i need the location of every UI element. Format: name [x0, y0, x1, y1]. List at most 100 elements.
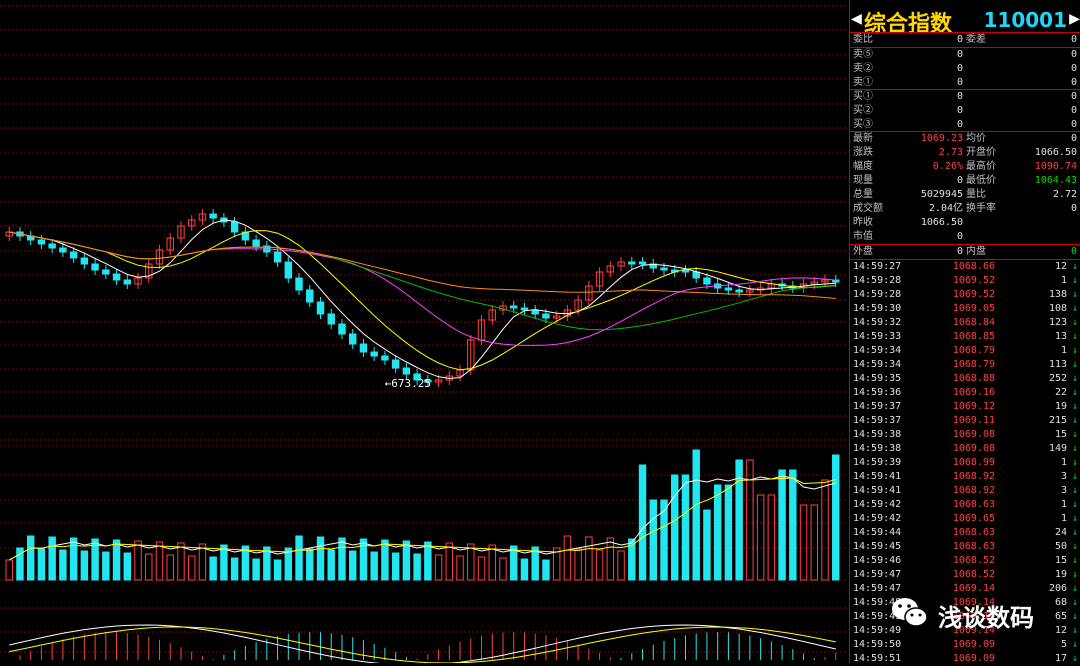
volume-bar: [724, 484, 733, 581]
tick-direction-icon: ↓: [1071, 625, 1078, 636]
volume-bar: [5, 559, 13, 581]
next-arrow-icon[interactable]: ▶: [1069, 8, 1080, 29]
quote-value: 1066.50: [1034, 147, 1077, 158]
tick-direction-icon: ↓: [1071, 261, 1078, 272]
tick-row: 14:59:33 1068.85 13 ↓: [850, 330, 1080, 344]
ma30-line: [9, 231, 836, 331]
quote-value: 2.04亿: [928, 203, 963, 214]
tick-time: 14:59:30: [853, 303, 902, 314]
tick-volume: 65: [1054, 611, 1067, 622]
quote-value: 1069.23: [920, 133, 963, 144]
candle: [69, 251, 78, 259]
tick-row: 14:59:38 1069.08 15 ↓: [850, 428, 1080, 442]
candle: [510, 305, 518, 309]
prev-arrow-icon[interactable]: ◀: [851, 8, 862, 29]
tick-price: 1068.63: [952, 527, 995, 538]
volume-bar: [316, 536, 325, 581]
tick-price: 1069.52: [952, 275, 995, 286]
panel-header: ◀ 综合指数 110001 ▶: [850, 6, 1080, 37]
tick-direction-icon: ↓: [1071, 513, 1078, 524]
volume-bar: [746, 459, 754, 581]
tick-time: 14:59:51: [853, 653, 902, 664]
volume-bar: [574, 548, 582, 581]
order-label: 买①: [853, 91, 873, 102]
tick-price: 1068.99: [952, 457, 995, 468]
tick-direction-icon: ↓: [1071, 443, 1078, 454]
volume-bar: [756, 494, 765, 581]
tick-row: 14:59:42 1069.65 1 ↓: [850, 512, 1080, 526]
tick-volume: 252: [1048, 373, 1067, 384]
volume-bar: [563, 535, 572, 581]
tick-price: 1068.52: [952, 555, 995, 566]
tick-row: 14:59:47 1069.14 206 ↓: [850, 582, 1080, 596]
volume-bar: [123, 552, 132, 581]
quote-label: 总量: [853, 189, 873, 200]
tick-time: 14:59:45: [853, 541, 902, 552]
volume-bar: [821, 479, 829, 581]
order-volume: 0: [1070, 63, 1077, 74]
candle: [316, 301, 325, 315]
volume-bar: [166, 554, 174, 581]
tick-price: 1069.09: [952, 639, 995, 650]
tick-price: 1069.14: [952, 583, 995, 594]
order-volume: 0: [1070, 91, 1077, 102]
tick-volume: 138: [1048, 289, 1067, 300]
tick-time: 14:59:38: [853, 443, 902, 454]
tick-row: 14:59:30 1069.05 108 ↓: [850, 302, 1080, 316]
quote-label: 涨跌: [853, 147, 873, 158]
tick-time: 14:59:42: [853, 499, 902, 510]
tick-price: 1068.66: [952, 261, 995, 272]
tick-row: 14:59:51 1069.09 17 ↓: [850, 652, 1080, 666]
volume-bar: [477, 556, 486, 581]
tick-price: 1069.05: [952, 303, 995, 314]
tick-direction-icon: ↓: [1071, 569, 1078, 580]
candle: [295, 277, 303, 291]
tick-direction-icon: ↓: [1071, 583, 1078, 594]
quote-label: 换手率: [966, 203, 996, 214]
order-price: 0: [956, 63, 963, 74]
tick-direction-icon: ↓: [1071, 275, 1078, 286]
volume-bar: [338, 537, 346, 581]
order-price: 0: [956, 119, 963, 130]
tick-direction-icon: ↓: [1071, 527, 1078, 538]
volume-bar: [778, 469, 786, 581]
tick-row: 14:59:32 1068.84 123 ↓: [850, 316, 1080, 330]
tick-volume: 19: [1054, 401, 1067, 412]
kline-chart[interactable]: ←673.25: [0, 0, 848, 663]
quote-value: 1090.74: [1034, 161, 1077, 172]
tick-volume: 113: [1048, 359, 1067, 370]
order-volume: 0: [1070, 77, 1077, 88]
volume-bar: [832, 454, 840, 581]
quote-value: 0: [956, 175, 963, 186]
candle: [327, 313, 335, 325]
order-row: 卖① 0 0: [850, 76, 1080, 90]
order-row: 卖② 0 0: [850, 62, 1080, 76]
volume-bar: [595, 549, 604, 581]
candle: [273, 251, 282, 263]
volume-bar: [59, 549, 67, 581]
quote-value: 0: [1070, 203, 1077, 214]
volume-bar: [391, 552, 400, 581]
quote-row: 总量 5029945 量比 2.72: [850, 188, 1080, 202]
volume-bar: [252, 558, 260, 581]
tick-row: 14:59:38 1069.08 149 ↓: [850, 442, 1080, 456]
volume-bar: [220, 544, 228, 581]
volume-bar: [692, 449, 700, 581]
tick-direction-icon: ↓: [1071, 499, 1078, 510]
kline-chart-area[interactable]: ←673.25: [0, 0, 848, 663]
tick-volume: 24: [1054, 527, 1067, 538]
order-row: 买② 0 0: [850, 104, 1080, 118]
candle: [306, 289, 314, 303]
tick-direction-icon: ↓: [1071, 611, 1078, 622]
tick-time: 14:59:44: [853, 527, 902, 538]
tick-direction-icon: ↓: [1071, 541, 1078, 552]
tick-time: 14:59:41: [853, 485, 902, 496]
tick-price: 1069.16: [952, 387, 995, 398]
tick-row: 14:59:45 1068.63 50 ↓: [850, 540, 1080, 554]
tick-volume: 206: [1048, 583, 1067, 594]
candle: [209, 213, 217, 219]
quote-label: 市值: [853, 231, 873, 242]
volume-bar: [102, 551, 110, 581]
volume-bar: [585, 536, 593, 581]
tick-row: 14:59:42 1068.63 1 ↓: [850, 498, 1080, 512]
